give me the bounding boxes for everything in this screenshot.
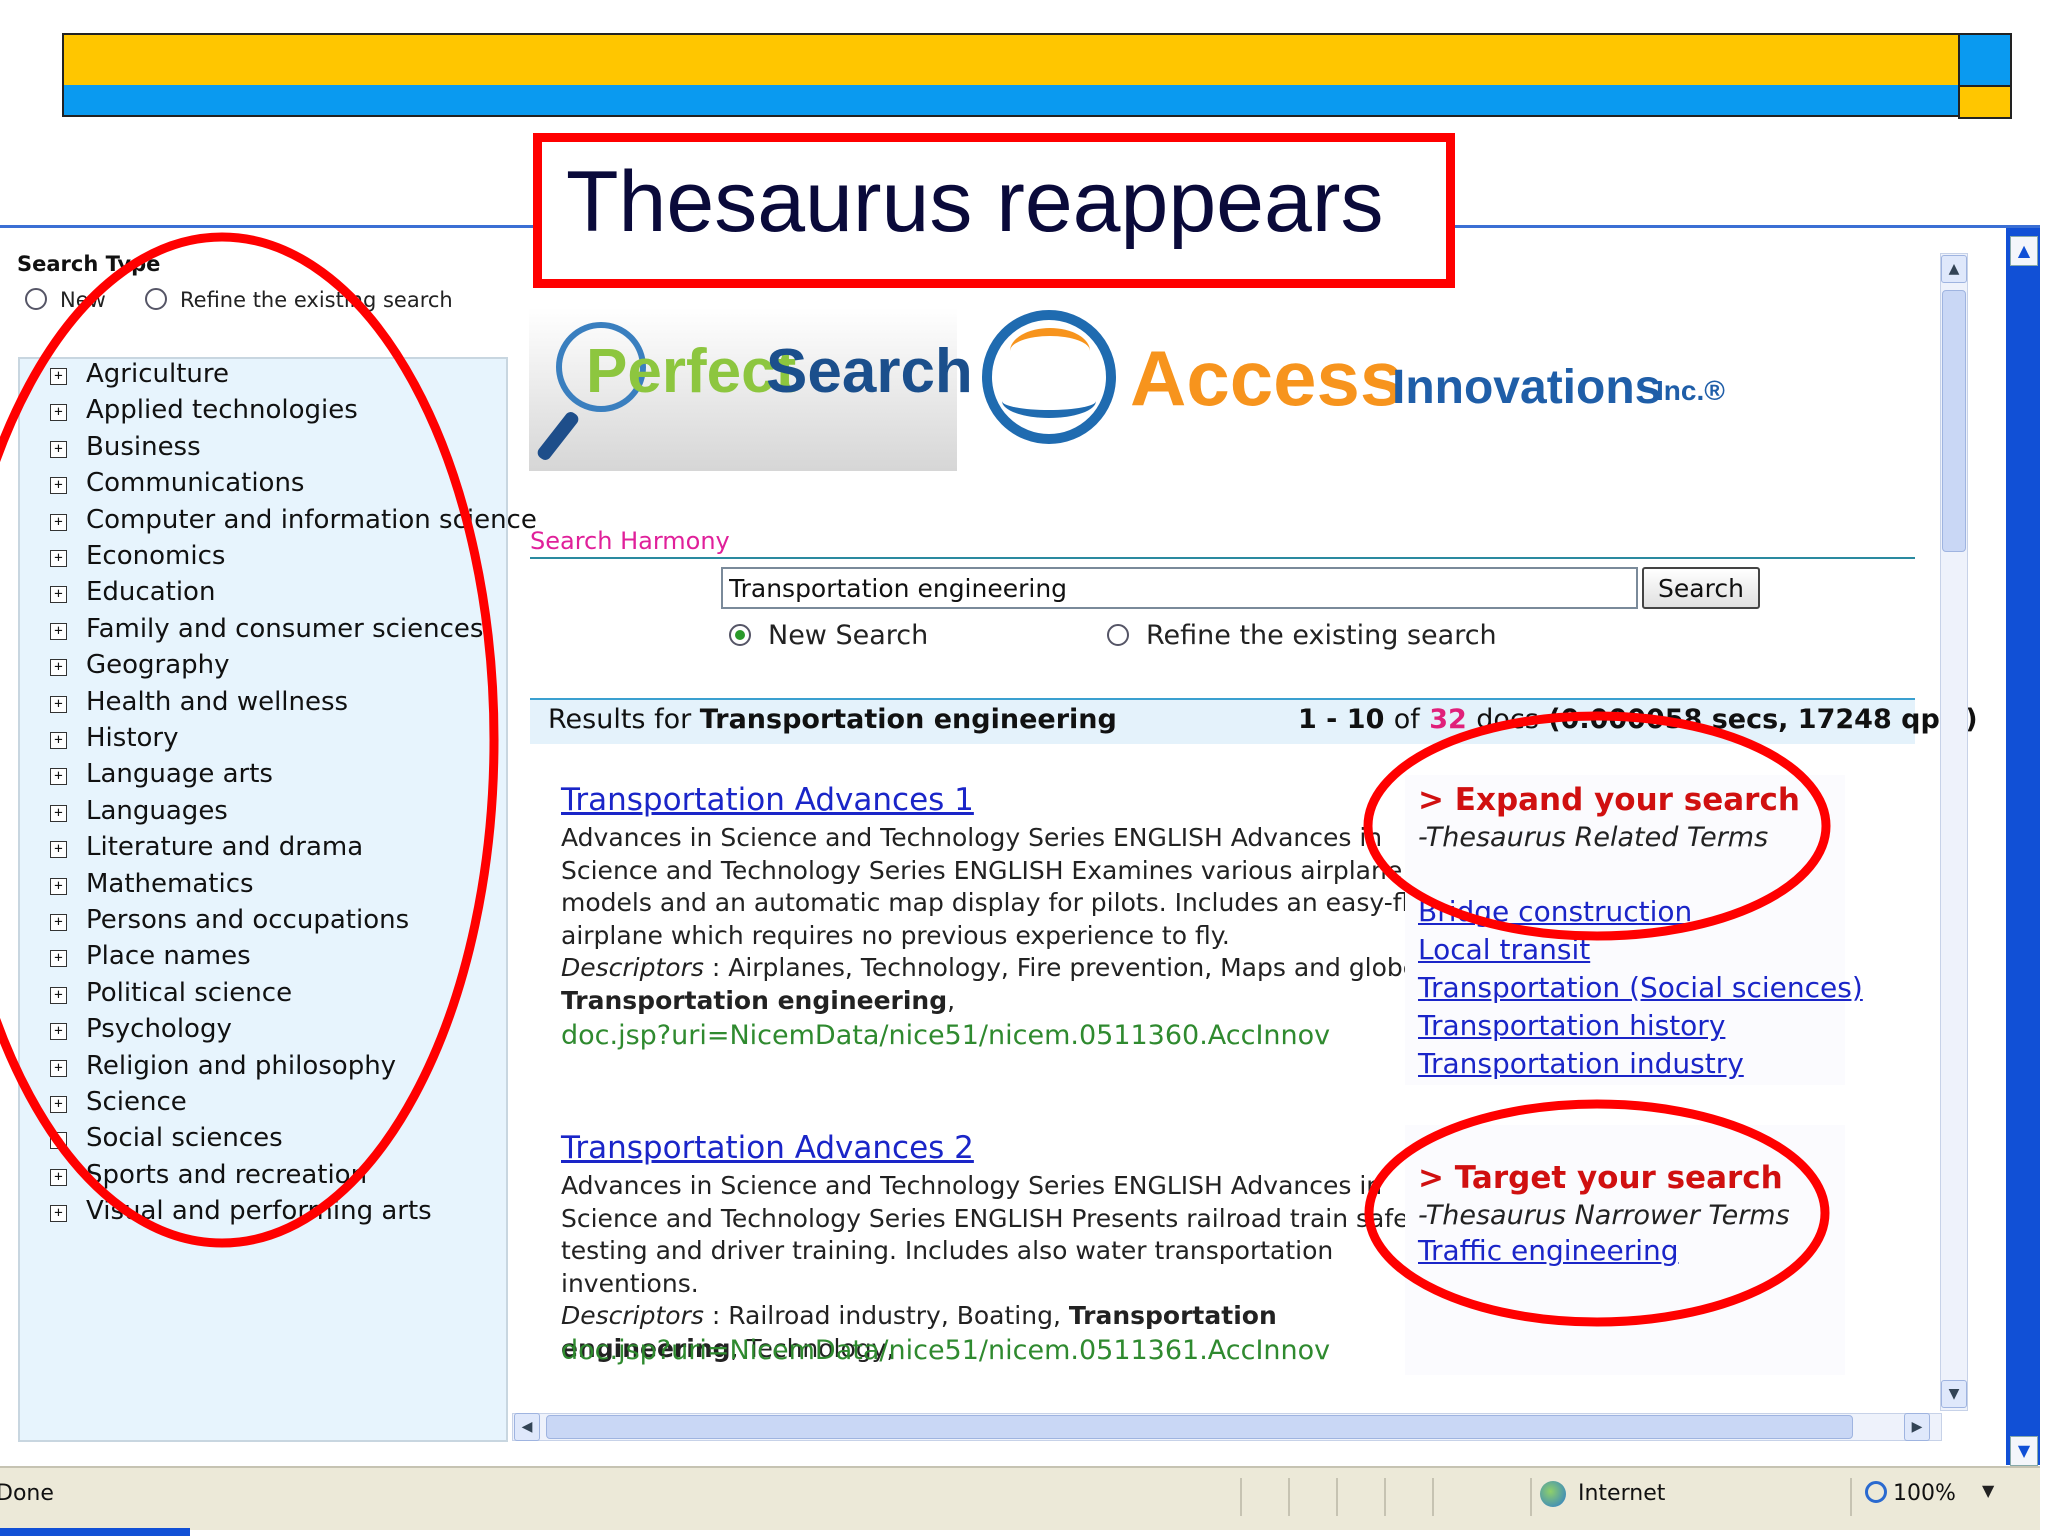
expand-search-highlight-ellipse (1363, 711, 1831, 941)
category-highlight-ellipse (0, 232, 499, 1248)
target-search-highlight-ellipse (1364, 1099, 1830, 1327)
annotation-overlay (0, 232, 1831, 1327)
